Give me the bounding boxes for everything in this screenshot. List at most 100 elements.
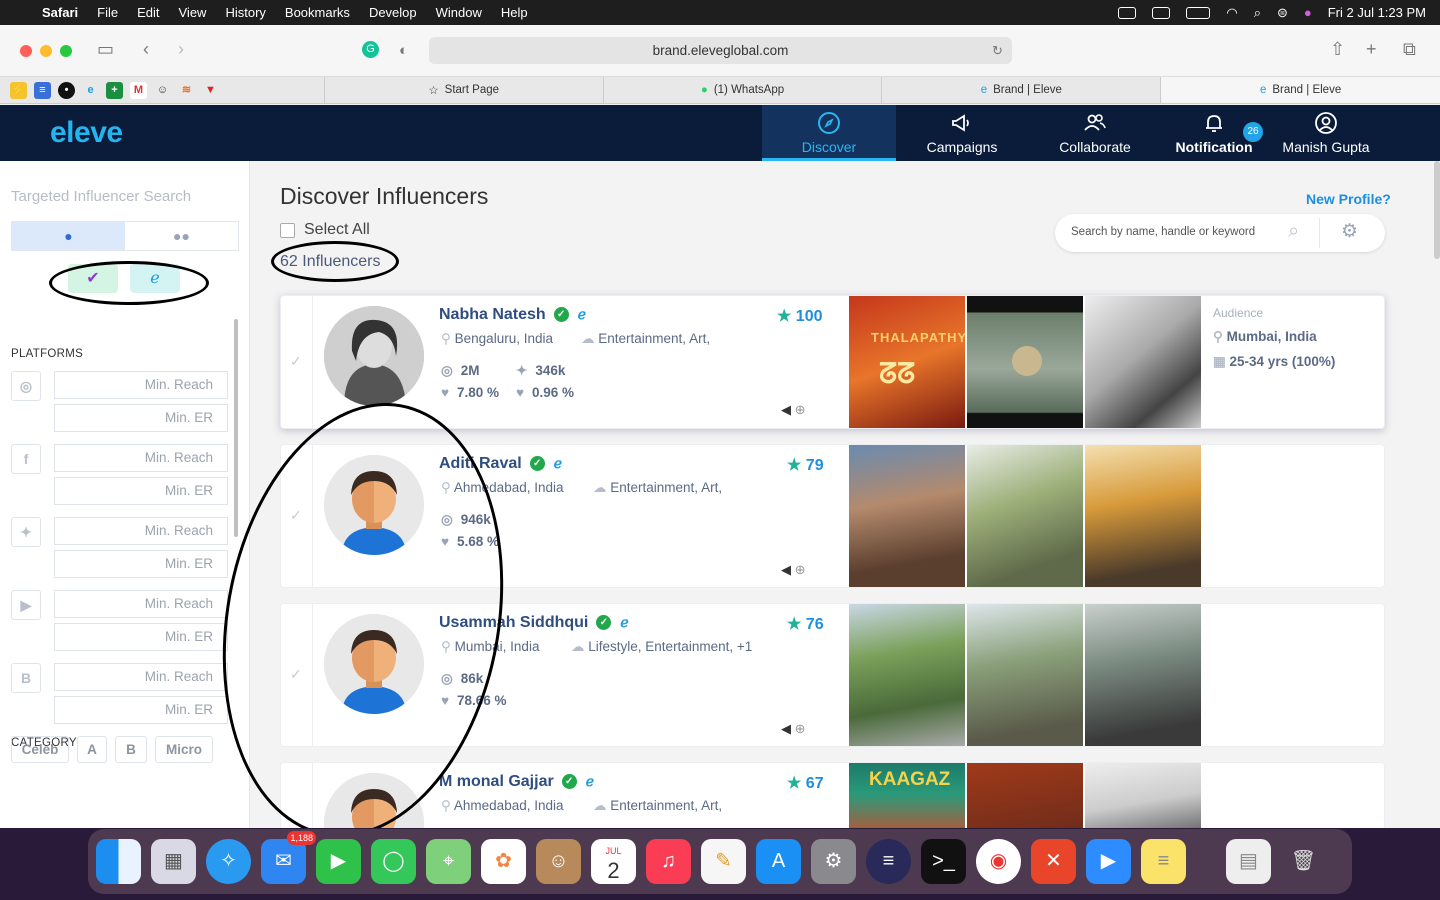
search-icon[interactable]: ⌕ xyxy=(1288,220,1299,243)
influencer-card[interactable]: M monal Gajjar ✓ ℯ ★ 67 ⚲ Ahmedabad, India… xyxy=(280,762,1385,828)
influencer-name[interactable]: Usammah Siddhqui ✓ ℯ xyxy=(439,614,629,632)
screen-record-icon[interactable] xyxy=(1118,6,1137,19)
menu-view[interactable]: View xyxy=(179,5,207,20)
influencer-card[interactable]: ✓ Nabha Natesh ✓ ℯ ★ 100 ⚲ Bengaluru, Indi… xyxy=(280,295,1385,429)
keyboard-icon[interactable] xyxy=(1152,6,1171,19)
youtube-icon[interactable]: ▶ xyxy=(11,590,41,620)
twitter-min-reach-input[interactable]: Min. Reach xyxy=(54,517,228,545)
post-photo[interactable] xyxy=(967,445,1083,587)
menu-bookmarks[interactable]: Bookmarks xyxy=(285,5,350,20)
forward-icon[interactable]: › xyxy=(178,39,184,60)
privacy-shield-icon[interactable]: ◐ xyxy=(399,42,408,59)
address-bar[interactable]: brand.eleveglobal.com xyxy=(429,37,1012,64)
card-select[interactable]: ✓ xyxy=(281,604,313,746)
card-select[interactable]: ✓ xyxy=(281,445,313,587)
calendar-icon[interactable]: JUL 2 xyxy=(591,839,636,884)
select-all[interactable]: Select All xyxy=(280,221,370,239)
nav-profile[interactable]: Manish Gupta xyxy=(1259,105,1393,161)
card-select[interactable] xyxy=(281,763,313,828)
verified-filter-button[interactable]: ✔ xyxy=(68,264,118,293)
search-input[interactable]: Search by name, handle or keyword xyxy=(1071,226,1255,238)
influencer-name[interactable]: M monal Gajjar ✓ ℯ xyxy=(439,773,594,791)
post-photo[interactable] xyxy=(849,604,965,746)
instagram-min-reach-input[interactable]: Min. Reach xyxy=(54,371,228,399)
back-icon[interactable]: ‹ xyxy=(143,39,149,60)
instagram-icon[interactable]: ◎ xyxy=(11,371,41,401)
menu-help[interactable]: Help xyxy=(501,5,528,20)
megaphone-icon[interactable]: ◀ xyxy=(781,402,791,417)
nav-discover[interactable]: Discover xyxy=(762,105,896,161)
zoom-window-button[interactable] xyxy=(60,45,72,57)
battery-icon[interactable] xyxy=(1186,6,1211,19)
wifi-icon[interactable]: ◠ xyxy=(1226,5,1237,21)
sidebar-toggle-icon[interactable]: ▭ xyxy=(97,39,114,60)
post-photo[interactable] xyxy=(967,604,1083,746)
eleve-filter-button[interactable]: ℯ xyxy=(130,264,180,293)
notes-icon[interactable]: ≡ xyxy=(1141,839,1186,884)
siri-icon[interactable]: ● xyxy=(1304,5,1312,20)
chrome-icon[interactable]: ◉ xyxy=(976,839,1021,884)
tab-overview-icon[interactable]: ⧉ xyxy=(1403,39,1416,60)
favorite-om-icon[interactable]: • xyxy=(58,81,75,99)
blog-min-er-input[interactable]: Min. ER xyxy=(54,696,228,724)
post-photo[interactable] xyxy=(1085,296,1201,428)
terminal-icon[interactable]: >_ xyxy=(921,839,966,884)
grammarly-icon[interactable]: G xyxy=(362,41,379,58)
favorite-v-icon[interactable]: ▼ xyxy=(202,82,219,99)
individual-tab[interactable]: ● xyxy=(12,222,125,250)
photos-icon[interactable]: ✿ xyxy=(481,839,526,884)
menu-app-name[interactable]: Safari xyxy=(42,5,78,20)
app-store-icon[interactable]: A xyxy=(756,839,801,884)
maps-icon[interactable]: ⌖ xyxy=(426,839,471,884)
documents-stack-icon[interactable]: ▤ xyxy=(1226,839,1271,884)
category-a[interactable]: A xyxy=(77,736,107,763)
facebook-icon[interactable]: f xyxy=(11,444,41,474)
mail-icon[interactable]: ✉ 1,188 xyxy=(261,831,316,884)
close-window-button[interactable] xyxy=(20,45,32,57)
tab-start-page[interactable]: ☆ Start Page xyxy=(325,77,604,103)
nav-collaborate[interactable]: Collaborate xyxy=(1028,105,1162,161)
add-user-icon[interactable]: ⊕ xyxy=(795,402,806,417)
launchpad-icon[interactable]: ▦ xyxy=(151,839,196,884)
facetime-icon[interactable]: ▶ xyxy=(316,839,361,884)
menu-window[interactable]: Window xyxy=(436,5,482,20)
docs-icon[interactable]: ≡ xyxy=(34,81,51,99)
sheets-icon[interactable]: + xyxy=(106,81,123,99)
post-photo[interactable] xyxy=(1085,445,1201,587)
post-photo[interactable] xyxy=(1085,763,1201,828)
megaphone-icon[interactable]: ◀ xyxy=(781,721,791,736)
add-user-icon[interactable]: ⊕ xyxy=(795,562,806,577)
menu-develop[interactable]: Develop xyxy=(369,5,417,20)
eleve-favorite-icon[interactable]: e xyxy=(82,82,99,99)
menubar-clock[interactable]: Fri 2 Jul 1:23 PM xyxy=(1328,5,1426,20)
safari-icon[interactable]: ✧ xyxy=(206,839,251,884)
contacts-icon[interactable]: ☺ xyxy=(536,839,581,884)
new-profile-link[interactable]: New Profile? xyxy=(1306,191,1391,207)
eclipse-icon[interactable]: ≡ xyxy=(866,839,911,884)
favorite-avatar-icon[interactable]: ☺ xyxy=(154,82,171,99)
tab-brand-eleve[interactable]: e Brand | Eleve xyxy=(882,77,1162,103)
group-tab[interactable]: ●● xyxy=(125,222,238,250)
influencer-name[interactable]: Aditi Raval ✓ ℯ xyxy=(439,455,562,473)
messages-icon[interactable]: ◯ xyxy=(371,839,416,884)
remote-desktop-icon[interactable]: ✕ xyxy=(1031,839,1076,884)
youtube-min-reach-input[interactable]: Min. Reach xyxy=(54,590,228,618)
tab-whatsapp[interactable]: ● (1) WhatsApp xyxy=(604,77,883,103)
post-photo[interactable] xyxy=(967,296,1083,428)
post-photo[interactable] xyxy=(1085,604,1201,746)
category-b[interactable]: B xyxy=(115,736,147,763)
influencer-card[interactable]: ✓ Aditi Raval ✓ ℯ ★ 79 ⚲ Ahmedabad, India … xyxy=(280,444,1385,588)
select-all-checkbox[interactable] xyxy=(280,222,295,238)
facebook-min-er-input[interactable]: Min. ER xyxy=(54,477,228,505)
category-celeb[interactable]: Celeb xyxy=(11,736,69,763)
facebook-min-reach-input[interactable]: Min. Reach xyxy=(54,444,228,472)
blog-icon[interactable]: B xyxy=(11,663,41,693)
card-select[interactable]: ✓ xyxy=(281,296,313,428)
trash-icon[interactable]: 🗑 xyxy=(1281,839,1326,884)
zoom-icon[interactable]: ▶ xyxy=(1086,839,1131,884)
new-tab-icon[interactable]: + xyxy=(1366,39,1377,60)
influencer-name[interactable]: Nabha Natesh ✓ ℯ xyxy=(439,306,586,324)
menu-edit[interactable]: Edit xyxy=(137,5,159,20)
twitter-min-er-input[interactable]: Min. ER xyxy=(54,550,228,578)
post-photo[interactable] xyxy=(849,445,965,587)
